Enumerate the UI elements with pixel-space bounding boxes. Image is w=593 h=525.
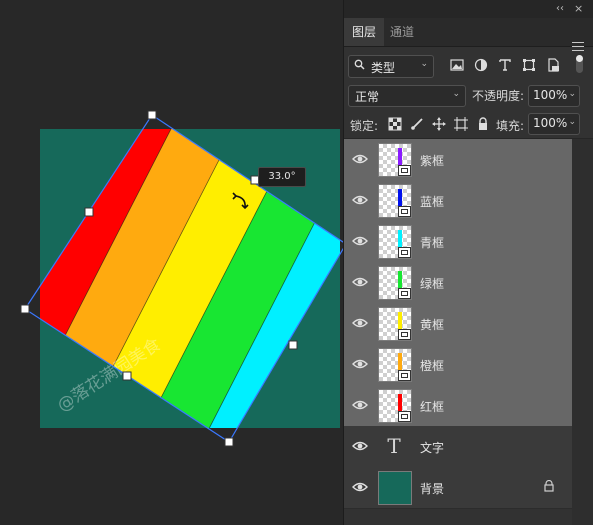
visibility-eye-icon[interactable]	[352, 316, 368, 330]
transform-handle-top	[147, 110, 157, 120]
chevron-down-icon[interactable]: ⌄	[568, 117, 576, 127]
collapse-panel-icon[interactable]: ‹‹	[556, 3, 564, 14]
transform-stage[interactable]: @落花满园美食	[0, 0, 343, 525]
opacity-label: 不透明度:	[472, 89, 525, 103]
opacity-value: 100%	[533, 88, 568, 102]
layer-name: 蓝框	[420, 195, 445, 209]
layer-name: 紫框	[420, 154, 445, 168]
visibility-eye-icon[interactable]	[352, 357, 368, 371]
layer-thumbnail	[378, 143, 412, 177]
layer-name: 绿框	[420, 277, 445, 291]
transform-handle-right-lower	[288, 340, 298, 350]
layer-thumbnail	[378, 266, 412, 300]
smart-object-badge-icon	[398, 165, 411, 176]
visibility-eye-icon[interactable]	[352, 480, 368, 494]
shape-filter-icon[interactable]	[522, 58, 536, 72]
layers-list: 紫框蓝框青框绿框黄框橙框红框 T 文字背景	[344, 139, 572, 525]
blend-row: 正常 ⌄ 不透明度: 100% ⌄	[344, 82, 593, 109]
layer-row[interactable]: 蓝框	[344, 180, 572, 222]
close-panel-icon[interactable]: ×	[574, 2, 583, 15]
filter-toggle-switch[interactable]	[576, 55, 583, 73]
layer-name: 黄框	[420, 318, 445, 332]
lock-all-icon[interactable]	[476, 117, 490, 131]
visibility-eye-icon[interactable]	[352, 439, 368, 453]
smart-object-badge-icon	[398, 206, 411, 217]
smart-object-badge-icon	[398, 370, 411, 381]
visibility-eye-icon[interactable]	[352, 152, 368, 166]
layer-row[interactable]: 橙框	[344, 344, 572, 386]
smart-object-badge-icon	[398, 411, 411, 422]
visibility-eye-icon[interactable]	[352, 234, 368, 248]
layer-thumbnail	[378, 307, 412, 341]
filter-type-label: 类型	[371, 61, 396, 75]
text-layer-icon: T	[387, 434, 401, 458]
image-filter-icon[interactable]	[450, 58, 464, 72]
layers-panel: ‹‹ × 图层 通道 类型 ⌄ 正常 ⌄ 不透明度: 100% ⌄ 锁定: 填充…	[343, 0, 593, 525]
layer-thumbnail	[378, 225, 412, 259]
panel-tabs: 图层 通道	[344, 18, 593, 51]
layer-name: 文字	[420, 441, 445, 455]
canvas-area[interactable]: @落花满园美食 33.0°	[0, 0, 343, 525]
layer-name: 背景	[420, 482, 445, 496]
transform-handle-left-upper	[84, 207, 94, 217]
fill-value: 100%	[533, 116, 568, 130]
smart-object-badge-icon	[398, 288, 411, 299]
lock-position-icon[interactable]	[432, 117, 446, 131]
chevron-down-icon: ⌄	[452, 89, 460, 99]
opacity-field[interactable]: 100% ⌄	[528, 85, 580, 107]
layer-row[interactable]: 黄框	[344, 303, 572, 345]
layer-row[interactable]: 青框	[344, 221, 572, 263]
filter-type-select[interactable]: 类型 ⌄	[348, 55, 434, 78]
layer-row[interactable]: T 文字	[344, 426, 572, 468]
blend-mode-value: 正常	[355, 90, 380, 104]
layer-thumbnail	[378, 471, 412, 505]
lock-label: 锁定:	[350, 119, 379, 133]
layer-thumbnail	[378, 184, 412, 218]
transform-handle-left	[20, 304, 30, 314]
transform-handle-bottom-left	[122, 371, 132, 381]
transform-handle-bottom	[224, 437, 234, 447]
chevron-down-icon[interactable]: ⌄	[568, 89, 576, 99]
lock-transparent-pixels-icon[interactable]	[388, 117, 402, 131]
layer-row[interactable]: 绿框	[344, 262, 572, 304]
smart-object-filter-icon[interactable]	[546, 58, 560, 72]
smart-object-badge-icon	[398, 247, 411, 258]
tab-layers[interactable]: 图层	[344, 18, 385, 46]
panel-title-bar: ‹‹ ×	[344, 0, 593, 18]
layer-row[interactable]: 背景	[344, 467, 572, 509]
fill-label: 填充:	[496, 119, 525, 133]
layer-name: 橙框	[420, 359, 445, 373]
layers-scrollbar[interactable]	[572, 139, 593, 525]
adjustment-filter-icon[interactable]	[474, 58, 488, 72]
lock-artboard-icon[interactable]	[454, 117, 468, 131]
visibility-eye-icon[interactable]	[352, 398, 368, 412]
layer-thumbnail	[378, 348, 412, 382]
rotation-angle-tooltip: 33.0°	[258, 167, 306, 187]
lock-row: 锁定: 填充: 100% ⌄	[344, 110, 593, 139]
smart-object-badge-icon	[398, 329, 411, 340]
lock-image-pixels-icon[interactable]	[410, 117, 424, 131]
chevron-down-icon: ⌄	[420, 59, 428, 69]
blend-mode-select[interactable]: 正常 ⌄	[348, 85, 466, 107]
layer-filter-row: 类型 ⌄	[344, 50, 593, 82]
layer-name: 青框	[420, 236, 445, 250]
visibility-eye-icon[interactable]	[352, 275, 368, 289]
layer-name: 红框	[420, 400, 445, 414]
layer-thumbnail	[378, 389, 412, 423]
layer-row[interactable]: 紫框	[344, 139, 572, 181]
lock-icon	[544, 480, 554, 492]
visibility-eye-icon[interactable]	[352, 193, 368, 207]
rainbow-stripes	[40, 129, 340, 428]
search-icon	[354, 59, 365, 73]
tab-channels[interactable]: 通道	[382, 18, 422, 46]
layer-row[interactable]: 红框	[344, 385, 572, 427]
fill-field[interactable]: 100% ⌄	[528, 113, 580, 135]
type-filter-icon[interactable]	[498, 58, 512, 72]
